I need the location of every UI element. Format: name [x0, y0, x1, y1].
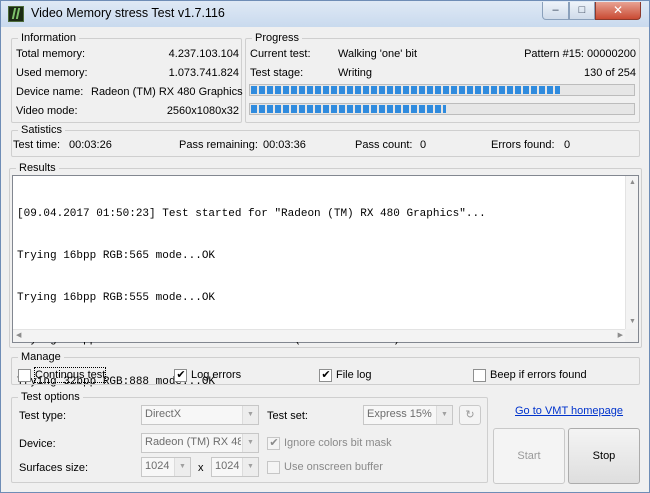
test-stage-value: Writing	[338, 67, 373, 79]
window-title: Video Memory stress Test v1.7.116	[31, 6, 225, 20]
title-bar[interactable]: Video Memory stress Test v1.7.116 – □ ✕	[1, 1, 649, 27]
surfaces-size-label: Surfaces size:	[19, 462, 89, 474]
start-button[interactable]: Start	[493, 428, 565, 484]
scroll-right-icon[interactable]: ▶	[618, 332, 623, 340]
device-label: Device:	[19, 438, 56, 450]
stage-progress-fill	[251, 105, 446, 113]
statistics-group-title: Satistics	[18, 123, 65, 137]
test-set-label: Test set:	[267, 410, 308, 422]
test-type-value: DirectX	[145, 408, 182, 420]
stage-count-value: 130 of 254	[584, 67, 636, 79]
pattern-value: Pattern #15: 00000200	[524, 48, 636, 60]
log-line: Trying 16bpp RGB:565 mode...OK	[17, 250, 216, 262]
minimize-button[interactable]: –	[542, 2, 569, 20]
homepage-link[interactable]: Go to VMT homepage	[515, 405, 623, 417]
device-name-label: Device name:	[16, 86, 84, 98]
surface-width-select[interactable]: 1024 ▼	[141, 457, 191, 477]
chevron-down-icon: ▼	[242, 406, 258, 424]
chevron-down-icon: ▼	[174, 458, 190, 476]
device-value: Radeon (TM) RX 480	[145, 436, 241, 448]
vertical-scrollbar[interactable]: ▲ ▼	[625, 176, 638, 329]
ignore-bitmask-label[interactable]: Ignore colors bit mask	[284, 436, 392, 450]
log-errors-label[interactable]: Log errors	[191, 368, 241, 382]
used-memory-label: Used memory:	[16, 67, 88, 79]
onscreen-buffer-label[interactable]: Use onscreen buffer	[284, 460, 383, 474]
check-icon: ✔	[176, 369, 186, 381]
device-name-value: Radeon (TM) RX 480 Graphics	[91, 86, 243, 98]
log-line: [09.04.2017 01:50:23] Test started for "…	[17, 208, 486, 220]
chevron-down-icon: ▼	[242, 434, 258, 452]
beep-errors-label[interactable]: Beep if errors found	[490, 368, 587, 382]
beep-errors-checkbox[interactable]	[473, 369, 486, 382]
refresh-button[interactable]: ↻	[459, 405, 481, 425]
manage-group-title: Manage	[18, 350, 64, 364]
log-line: Trying 16bpp RGB:555 mode...OK	[17, 292, 216, 304]
test-stage-label: Test stage:	[250, 67, 304, 79]
pass-count-label: Pass count:	[355, 139, 413, 151]
test-type-select[interactable]: DirectX ▼	[141, 405, 259, 425]
maximize-button[interactable]: □	[569, 2, 595, 20]
scroll-up-icon[interactable]: ▲	[629, 179, 636, 187]
chevron-down-icon: ▼	[436, 406, 452, 424]
scroll-left-icon[interactable]: ◀	[16, 332, 21, 340]
test-progress-fill	[251, 86, 560, 94]
test-time-label: Test time:	[13, 139, 61, 151]
log-errors-checkbox[interactable]: ✔	[174, 369, 187, 382]
progress-group-title: Progress	[252, 31, 303, 45]
test-set-value: Express 15%	[367, 408, 432, 420]
close-button[interactable]: ✕	[595, 2, 641, 20]
horizontal-scrollbar[interactable]: ◀ ▶	[13, 329, 626, 342]
test-time-value: 00:03:26	[69, 139, 112, 151]
video-mode-label: Video mode:	[16, 105, 78, 117]
video-mode-value: 2560x1080x32	[166, 105, 239, 117]
ignore-bitmask-checkbox[interactable]: ✔	[267, 437, 280, 450]
surface-height-select[interactable]: 1024 ▼	[211, 457, 259, 477]
test-progress-bar	[249, 84, 635, 96]
current-test-label: Current test:	[250, 48, 311, 60]
onscreen-buffer-checkbox[interactable]	[267, 461, 280, 474]
surface-size-separator: x	[198, 462, 204, 474]
errors-found-value: 0	[564, 139, 571, 151]
check-icon: ✔	[321, 369, 331, 381]
pass-count-value: 0	[420, 139, 427, 151]
test-options-group-title: Test options	[18, 390, 83, 404]
total-memory-label: Total memory:	[16, 48, 86, 60]
scroll-down-icon[interactable]: ▼	[629, 318, 636, 326]
information-group-title: Information	[18, 31, 80, 45]
total-memory-value: 4.237.103.104	[168, 48, 239, 60]
test-type-label: Test type:	[19, 410, 67, 422]
pass-remaining-label: Pass remaining:	[179, 139, 258, 151]
used-memory-value: 1.073.741.824	[168, 67, 239, 79]
stop-button[interactable]: Stop	[568, 428, 640, 484]
refresh-icon: ↻	[465, 409, 475, 421]
maximize-icon: □	[578, 4, 586, 16]
scroll-corner	[625, 329, 638, 342]
app-icon[interactable]	[8, 6, 24, 22]
errors-found-label: Errors found:	[491, 139, 555, 151]
app-window: Video Memory stress Test v1.7.116 – □ ✕ …	[0, 0, 650, 493]
file-log-label[interactable]: File log	[336, 368, 371, 382]
results-group-title: Results	[16, 161, 59, 175]
check-icon: ✔	[269, 437, 279, 449]
test-set-select[interactable]: Express 15% ▼	[363, 405, 453, 425]
current-test-value: Walking 'one' bit	[338, 48, 417, 60]
surface-height-value: 1024	[215, 460, 240, 472]
stop-button-label: Stop	[592, 450, 616, 462]
continous-test-label[interactable]: Continous test	[33, 367, 107, 383]
stage-progress-bar	[249, 103, 635, 115]
file-log-checkbox[interactable]: ✔	[319, 369, 332, 382]
close-icon: ✕	[612, 3, 624, 17]
device-select[interactable]: Radeon (TM) RX 480 ▼	[141, 433, 259, 453]
continous-test-checkbox[interactable]	[18, 369, 31, 382]
chevron-down-icon: ▼	[242, 458, 258, 476]
pass-remaining-value: 00:03:36	[263, 139, 306, 151]
results-log[interactable]: [09.04.2017 01:50:23] Test started for "…	[12, 175, 639, 388]
surface-width-value: 1024	[145, 460, 170, 472]
minimize-icon: –	[552, 4, 559, 16]
start-button-label: Start	[517, 450, 541, 462]
